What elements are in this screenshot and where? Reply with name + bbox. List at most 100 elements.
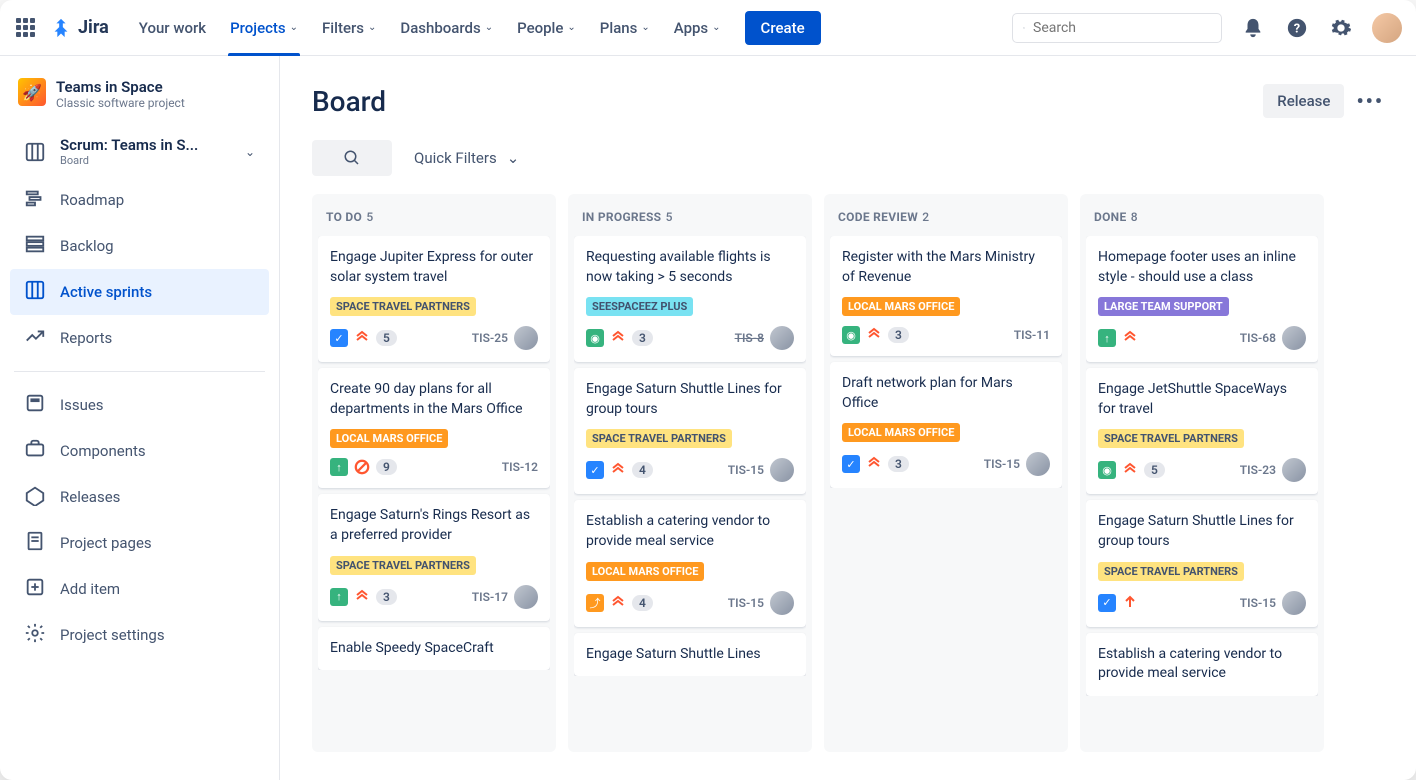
issue-card[interactable]: Register with the Mars Ministry of Reven… — [830, 236, 1062, 356]
assignee-avatar[interactable] — [514, 585, 538, 609]
card-title: Draft network plan for Mars Office — [842, 374, 1050, 413]
story-points-badge: 4 — [632, 595, 653, 611]
quick-filters[interactable]: Quick Filters ⌄ — [414, 149, 519, 167]
settings-icon[interactable] — [1328, 15, 1354, 41]
nav-plans[interactable]: Plans⌄ — [588, 0, 662, 56]
card-title: Establish a catering vendor to provide m… — [1098, 645, 1306, 684]
issue-type-icon: ✓ — [330, 329, 348, 347]
global-search[interactable] — [1012, 13, 1222, 43]
issue-card[interactable]: Establish a catering vendor to provide m… — [574, 500, 806, 626]
project-icon: 🚀 — [18, 78, 46, 106]
assignee-avatar[interactable] — [514, 326, 538, 350]
chevron-down-icon: ⌄ — [368, 22, 376, 33]
board-selector[interactable]: Scrum: Teams in S... Board ⌄ — [10, 126, 269, 177]
profile-avatar[interactable] — [1372, 13, 1402, 43]
issue-card[interactable]: Create 90 day plans for all departments … — [318, 368, 550, 488]
sidebar-roadmap[interactable]: Roadmap — [10, 177, 269, 223]
issue-card[interactable]: Engage Saturn Shuttle Lines for group to… — [574, 368, 806, 494]
card-title: Engage Saturn Shuttle Lines for group to… — [586, 380, 794, 419]
card-footer: ✓ TIS-15 — [1098, 591, 1306, 615]
chevron-down-icon: ⌄ — [567, 22, 575, 33]
column-to-do: TO DO 5Engage Jupiter Express for outer … — [312, 194, 556, 752]
card-footer: ↑ 9 TIS-12 — [330, 458, 538, 476]
release-button[interactable]: Release — [1263, 84, 1344, 118]
epic-badge: LOCAL MARS OFFICE — [586, 562, 704, 581]
card-footer: ⤴ 4 TIS-15 — [586, 591, 794, 615]
card-title: Engage JetShuttle SpaceWays for travel — [1098, 380, 1306, 419]
search-input[interactable] — [1033, 20, 1211, 36]
nav-filters[interactable]: Filters⌄ — [310, 0, 388, 56]
card-title: Enable Speedy SpaceCraft — [330, 639, 538, 659]
assignee-avatar[interactable] — [770, 458, 794, 482]
story-points-badge: 3 — [888, 327, 909, 343]
jira-logo[interactable]: Jira — [50, 17, 109, 39]
story-points-badge: 3 — [376, 589, 397, 605]
issue-card[interactable]: Enable Speedy SpaceCraft — [318, 627, 550, 671]
top-navigation: Jira Your workProjects⌄Filters⌄Dashboard… — [0, 0, 1416, 56]
issue-type-icon: ⤴ — [586, 594, 604, 612]
sidebar-project-settings[interactable]: Project settings — [10, 612, 269, 658]
issue-key: TIS-23 — [1240, 463, 1276, 477]
issue-type-icon: ↑ — [1098, 329, 1116, 347]
issue-card[interactable]: Engage Saturn's Rings Resort as a prefer… — [318, 494, 550, 620]
board-search[interactable] — [312, 140, 392, 176]
assignee-avatar[interactable] — [1282, 591, 1306, 615]
assignee-avatar[interactable] — [1026, 452, 1050, 476]
nav-people[interactable]: People⌄ — [505, 0, 588, 56]
issue-card[interactable]: Engage Saturn Shuttle Lines for group to… — [1086, 500, 1318, 626]
nav-projects[interactable]: Projects⌄ — [218, 0, 310, 56]
sidebar-project-pages[interactable]: Project pages — [10, 520, 269, 566]
assignee-avatar[interactable] — [1282, 326, 1306, 350]
settings-icon — [24, 622, 46, 648]
notifications-icon[interactable] — [1240, 15, 1266, 41]
issue-key: TIS-15 — [984, 457, 1020, 471]
column-header: DONE 8 — [1086, 204, 1318, 236]
assignee-avatar[interactable] — [770, 326, 794, 350]
more-actions-icon[interactable]: ••• — [1356, 89, 1384, 113]
column-header: TO DO 5 — [318, 204, 550, 236]
story-points-badge: 4 — [632, 462, 653, 478]
card-title: Requesting available flights is now taki… — [586, 248, 794, 287]
card-footer: ↑ TIS-68 — [1098, 326, 1306, 350]
priority-icon — [1122, 330, 1138, 346]
issue-card[interactable]: Homepage footer uses an inline style - s… — [1086, 236, 1318, 362]
issue-card[interactable]: Engage Saturn Shuttle Lines — [574, 633, 806, 677]
project-type: Classic software project — [56, 96, 185, 110]
sidebar-backlog[interactable]: Backlog — [10, 223, 269, 269]
issue-type-icon: ↑ — [330, 588, 348, 606]
issue-card[interactable]: Engage Jupiter Express for outer solar s… — [318, 236, 550, 362]
sidebar-releases[interactable]: Releases — [10, 474, 269, 520]
releases-icon — [24, 484, 46, 510]
issue-card[interactable]: Requesting available flights is now taki… — [574, 236, 806, 362]
sidebar-components[interactable]: Components — [10, 428, 269, 474]
help-icon[interactable]: ? — [1284, 15, 1310, 41]
sidebar-add-item[interactable]: Add item — [10, 566, 269, 612]
roadmap-icon — [24, 187, 46, 213]
project-header[interactable]: 🚀 Teams in Space Classic software projec… — [10, 74, 269, 126]
issue-card[interactable]: Establish a catering vendor to provide m… — [1086, 633, 1318, 696]
issue-card[interactable]: Draft network plan for Mars Office LOCAL … — [830, 362, 1062, 488]
sidebar-reports[interactable]: Reports — [10, 315, 269, 361]
assignee-avatar[interactable] — [1282, 458, 1306, 482]
nav-apps[interactable]: Apps⌄ — [662, 0, 733, 56]
column-header: CODE REVIEW 2 — [830, 204, 1062, 236]
story-points-badge: 9 — [376, 459, 397, 475]
nav-your-work[interactable]: Your work — [127, 0, 218, 56]
create-button[interactable]: Create — [745, 11, 821, 45]
app-switcher-icon[interactable] — [14, 16, 38, 40]
assignee-avatar[interactable] — [770, 591, 794, 615]
issue-card[interactable]: Engage JetShuttle SpaceWays for travelSP… — [1086, 368, 1318, 494]
page-title: Board — [312, 85, 386, 118]
card-footer: ◉ 3 TIS-8 — [586, 326, 794, 350]
epic-badge: SPACE TRAVEL PARTNERS — [586, 429, 732, 448]
project-sidebar: 🚀 Teams in Space Classic software projec… — [0, 56, 280, 780]
issue-type-icon: ✓ — [1098, 594, 1116, 612]
sidebar-issues[interactable]: Issues — [10, 382, 269, 428]
epic-badge: SPACE TRAVEL PARTNERS — [1098, 562, 1244, 581]
epic-badge: LOCAL MARS OFFICE — [842, 423, 960, 442]
add-icon — [24, 576, 46, 602]
nav-dashboards[interactable]: Dashboards⌄ — [388, 0, 505, 56]
card-title: Register with the Mars Ministry of Reven… — [842, 248, 1050, 287]
priority-icon — [354, 589, 370, 605]
sidebar-active-sprints[interactable]: Active sprints — [10, 269, 269, 315]
